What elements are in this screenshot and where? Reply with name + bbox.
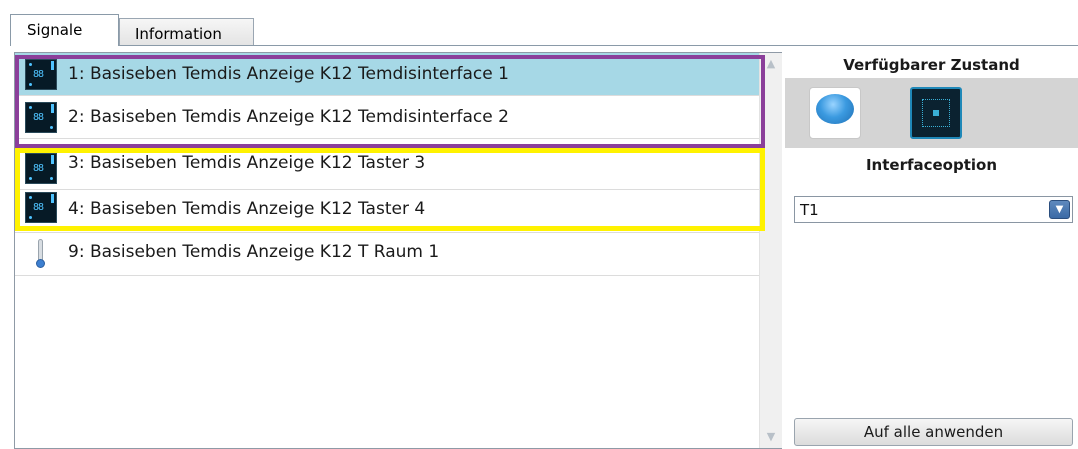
chevron-down-icon[interactable]: ▼ [1049, 200, 1070, 219]
temdis-display-icon: 88 [25, 192, 57, 223]
list-item-label: 3: Basiseben Temdis Anzeige K12 Taster 3 [68, 153, 426, 173]
list-item[interactable]: 88 3: Basiseben Temdis Anzeige K12 Taste… [15, 147, 759, 190]
list-item-label: 1: Basiseben Temdis Anzeige K12 Temdisin… [68, 64, 509, 84]
temdis-display-icon: 88 [25, 102, 57, 133]
tab-divider [10, 45, 1078, 46]
list-item[interactable]: 88 4: Basiseben Temdis Anzeige K12 Taste… [15, 190, 759, 233]
list-item[interactable]: 88 2: Basiseben Temdis Anzeige K12 Temdi… [15, 96, 759, 139]
scroll-down-icon[interactable]: ▼ [760, 428, 782, 446]
tab-signale-label: Signale [27, 21, 83, 39]
apply-all-button[interactable]: Auf alle anwenden [794, 418, 1073, 446]
list-item-label: 2: Basiseben Temdis Anzeige K12 Temdisin… [68, 107, 509, 127]
tab-signale[interactable]: Signale [10, 14, 119, 46]
tab-information-label: Information [135, 25, 222, 43]
list-item-label: 9: Basiseben Temdis Anzeige K12 T Raum 1 [68, 242, 440, 262]
interface-option-title: Interfaceoption [865, 156, 998, 174]
signal-list[interactable]: 88 1: Basiseben Temdis Anzeige K12 Temdi… [14, 52, 782, 449]
state-options [785, 78, 1078, 148]
list-item[interactable]: 88 1: Basiseben Temdis Anzeige K12 Temdi… [15, 53, 759, 96]
temdis-display-icon: 88 [25, 59, 57, 90]
list-item[interactable]: 9: Basiseben Temdis Anzeige K12 T Raum 1 [15, 233, 759, 276]
temdis-display-icon: 88 [25, 153, 57, 184]
tab-information[interactable]: Information [119, 18, 254, 45]
list-item-label: 4: Basiseben Temdis Anzeige K12 Taster 4 [68, 199, 426, 219]
blue-pushbutton-icon[interactable] [809, 87, 861, 139]
scroll-up-icon[interactable]: ▲ [760, 55, 782, 73]
interface-option-select[interactable]: T1 ▼ [794, 196, 1073, 223]
interface-option-value: T1 [800, 201, 819, 219]
thermometer-icon [36, 239, 45, 269]
properties-panel: Verfügbarer Zustand Interfaceoption T1 ▼… [785, 52, 1078, 449]
temdis-interface-state-icon[interactable] [910, 87, 962, 139]
available-state-title: Verfügbarer Zustand [843, 56, 1020, 74]
list-scrollbar[interactable]: ▲ ▼ [759, 53, 782, 448]
